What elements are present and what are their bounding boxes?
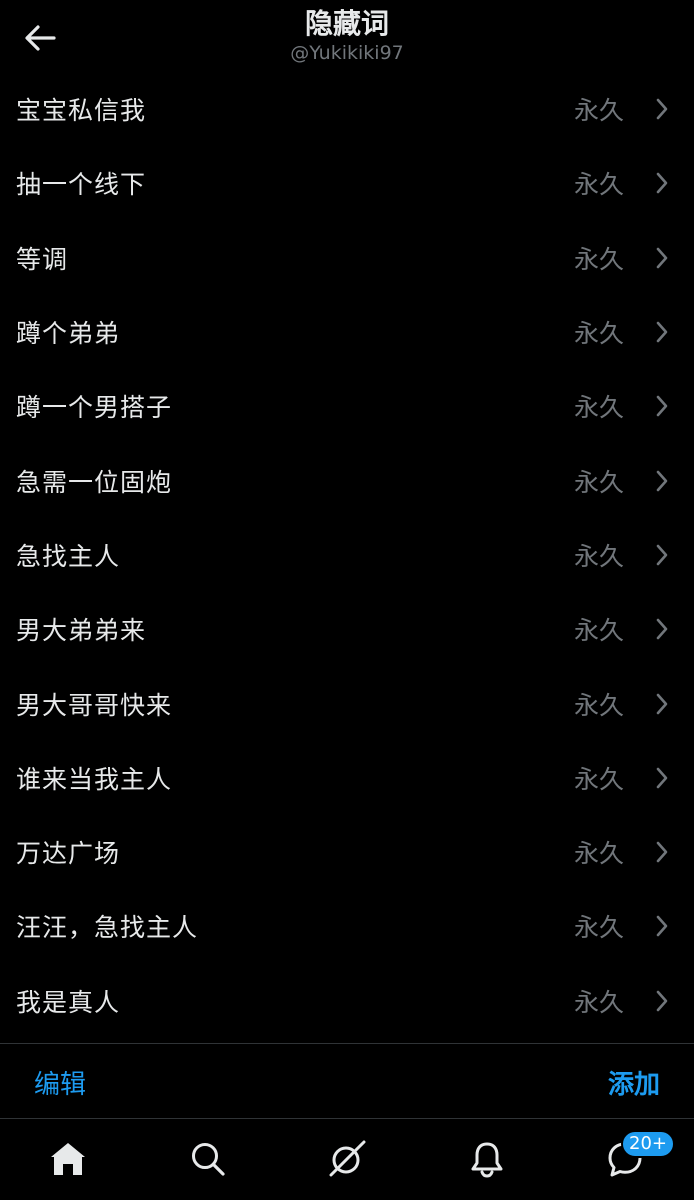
muted-word-duration: 永久: [573, 96, 624, 126]
chevron-right-icon: [656, 396, 668, 417]
tab-home[interactable]: [45, 1136, 91, 1182]
muted-word-row[interactable]: 男大哥哥快来 永久: [0, 666, 694, 740]
header: 隐藏词 @Yukikiki97: [0, 0, 694, 72]
muted-word-row[interactable]: 万达广场 永久: [0, 815, 694, 889]
chevron-right-icon-wrap: [652, 839, 672, 865]
muted-word-text: 万达广场: [16, 839, 121, 869]
chevron-right-icon: [656, 173, 668, 194]
chevron-right-icon-wrap: [652, 170, 672, 196]
chevron-right-icon-wrap: [652, 988, 672, 1014]
chevron-right-icon: [656, 470, 668, 491]
chevron-right-icon: [656, 618, 668, 640]
chevron-right-icon-wrap: [652, 542, 672, 568]
muted-word-duration: 永久: [573, 690, 624, 720]
muted-word-text: 等调: [16, 244, 69, 274]
muted-word-text: 男大哥哥快来: [16, 690, 173, 720]
muted-word-row[interactable]: 急需一位固炮 永久: [0, 443, 694, 517]
muted-word-duration: 永久: [573, 170, 624, 200]
chevron-right-icon: [656, 98, 668, 120]
chevron-right-icon: [656, 693, 668, 714]
muted-word-duration: 永久: [573, 839, 624, 869]
bottom-tab-bar: 20+: [0, 1118, 694, 1200]
muted-word-row[interactable]: 急找主人 永久: [0, 518, 694, 592]
add-button[interactable]: 添加: [608, 1064, 660, 1101]
muted-word-duration: 永久: [573, 319, 624, 349]
muted-word-text: 谁来当我主人: [16, 764, 173, 794]
muted-word-text: 男大弟弟来: [16, 616, 147, 646]
muted-word-duration: 永久: [573, 541, 624, 571]
muted-word-row[interactable]: 等调 永久: [0, 221, 694, 295]
muted-word-text: 蹲个弟弟: [16, 319, 121, 349]
messages-badge: 20+: [621, 1130, 675, 1158]
chevron-right-icon: [656, 916, 668, 937]
chevron-right-icon: [656, 247, 668, 269]
muted-word-row[interactable]: 蹲一个男搭子 永久: [0, 369, 694, 443]
muted-word-text: 汪汪，急找主人: [16, 913, 199, 943]
chevron-right-icon: [656, 841, 668, 863]
chevron-right-icon-wrap: [652, 96, 672, 122]
chevron-right-icon-wrap: [652, 319, 672, 345]
muted-word-text: 急找主人: [16, 541, 121, 571]
account-handle: @Yukikiki97: [290, 42, 404, 64]
muted-word-text: 抽一个线下: [16, 170, 147, 200]
edit-button[interactable]: 编辑: [34, 1064, 86, 1101]
chevron-right-icon-wrap: [652, 616, 672, 642]
chevron-right-icon: [656, 321, 668, 343]
chevron-right-icon-wrap: [652, 691, 672, 717]
muted-word-row[interactable]: 谁来当我主人 永久: [0, 741, 694, 815]
chevron-right-icon: [656, 544, 668, 566]
muted-word-duration: 永久: [573, 244, 624, 274]
muted-word-duration: 永久: [573, 616, 624, 646]
muted-word-row[interactable]: 我是真人 永久: [0, 964, 694, 1038]
action-bar: 编辑 添加: [0, 1043, 694, 1119]
chevron-right-icon: [656, 990, 668, 1012]
chevron-right-icon-wrap: [652, 913, 672, 939]
muted-word-text: 蹲一个男搭子: [16, 393, 173, 423]
title-block: 隐藏词 @Yukikiki97: [0, 6, 694, 64]
muted-word-row[interactable]: 抽一个线下 永久: [0, 146, 694, 220]
chevron-right-icon-wrap: [652, 393, 672, 419]
muted-word-row[interactable]: 汪汪，急找主人 永久: [0, 889, 694, 963]
chevron-right-icon-wrap: [652, 468, 672, 494]
muted-word-text: 急需一位固炮: [16, 467, 173, 497]
chevron-right-icon-wrap: [652, 245, 672, 271]
tab-search[interactable]: [185, 1136, 231, 1182]
muted-word-duration: 永久: [573, 913, 624, 943]
chevron-right-icon-wrap: [652, 765, 672, 791]
muted-word-row[interactable]: 男大弟弟来 永久: [0, 592, 694, 666]
muted-word-duration: 永久: [573, 764, 624, 794]
muted-word-text: 我是真人: [16, 987, 121, 1017]
search-icon: [192, 1143, 225, 1176]
chevron-right-icon: [656, 767, 668, 789]
muted-word-duration: 永久: [573, 987, 624, 1017]
page-title: 隐藏词: [304, 7, 389, 40]
muted-words-list: 宝宝私信我 永久 抽一个线下 永久 等调 永久 蹲个弟弟 永久 蹲一个男搭子 永久 急需一位固炮 永久…: [0, 72, 694, 1038]
bell-icon: [471, 1142, 503, 1178]
muted-word-row[interactable]: 宝宝私信我 永久: [0, 72, 694, 146]
tab-grok[interactable]: [324, 1136, 370, 1182]
grok-icon: [329, 1140, 366, 1177]
muted-word-duration: 永久: [573, 467, 624, 497]
home-icon: [51, 1143, 85, 1175]
muted-word-row[interactable]: 蹲个弟弟 永久: [0, 295, 694, 369]
muted-word-text: 宝宝私信我: [16, 96, 147, 126]
muted-word-duration: 永久: [573, 393, 624, 423]
tab-notifications[interactable]: [464, 1136, 510, 1182]
